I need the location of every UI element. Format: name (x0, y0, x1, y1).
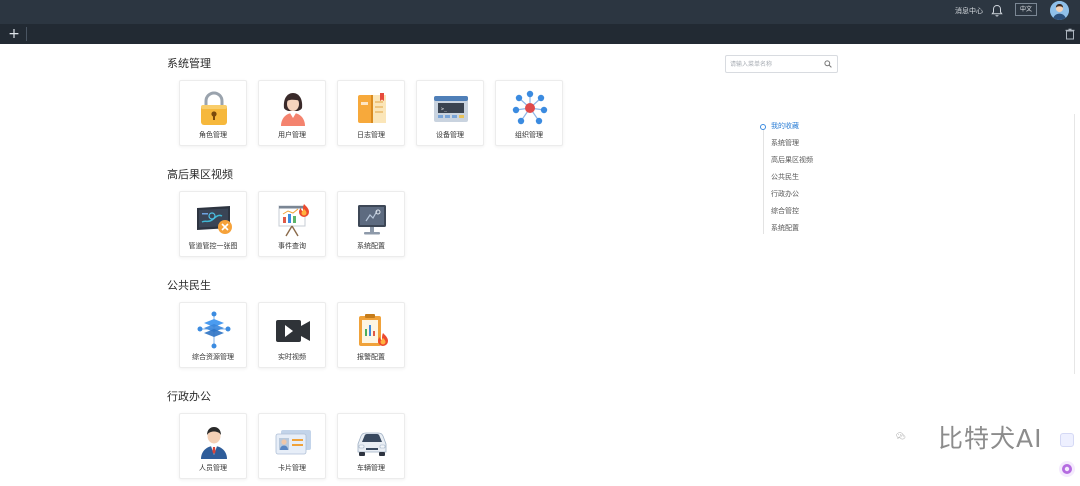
svg-text:>_: >_ (441, 107, 448, 113)
language-switch[interactable]: 中文 (1015, 3, 1037, 16)
search-input[interactable] (730, 57, 818, 71)
card-label: 车辆管理 (357, 464, 385, 472)
anchor-nav-line (763, 128, 764, 234)
card-live-video[interactable]: 实时视频 (258, 302, 326, 368)
assistant-icon[interactable] (1059, 461, 1075, 477)
person-suit-icon (201, 427, 227, 459)
video-camera-icon (276, 320, 310, 342)
card-label: 组织管理 (515, 131, 543, 139)
card-card-management[interactable]: 卡片管理 (258, 413, 326, 479)
search-icon[interactable] (824, 60, 832, 68)
card-label: 卡片管理 (278, 464, 306, 472)
card-label: 设备管理 (436, 131, 464, 139)
section-title-hca-video: 高后果区视频 (167, 168, 233, 181)
card-label: 综合资源管理 (192, 353, 234, 361)
card-label: 日志管理 (357, 131, 385, 139)
bell-icon[interactable] (991, 4, 1003, 18)
user-woman-icon (281, 93, 305, 126)
card-label: 角色管理 (199, 131, 227, 139)
top-header-bar (0, 0, 1080, 24)
resource-layers-icon (197, 311, 231, 349)
notebook-icon (358, 93, 386, 123)
anchor-item-integrated-control[interactable]: 综合管控 (771, 207, 799, 216)
id-card-icon (275, 430, 311, 455)
card-event-query[interactable]: 事件查询 (258, 191, 326, 257)
card-label: 人员管理 (199, 464, 227, 472)
event-chart-icon (278, 204, 309, 237)
card-log-management[interactable]: 日志管理 (337, 80, 405, 146)
card-vehicle-management[interactable]: 车辆管理 (337, 413, 405, 479)
message-center-link[interactable]: 消息中心 (955, 5, 983, 17)
anchor-item-hca-video[interactable]: 高后果区视频 (771, 156, 813, 165)
padlock-icon (201, 91, 227, 125)
tab-divider (26, 27, 27, 41)
card-label: 管道管控一张图 (188, 242, 238, 250)
card-label: 用户管理 (278, 131, 306, 139)
tab-bar (0, 24, 1080, 44)
anchor-item-system-config[interactable]: 系统配置 (771, 224, 799, 233)
section-title-public-livelihood: 公共民生 (167, 279, 211, 292)
card-resource-management[interactable]: 综合资源管理 (179, 302, 247, 368)
monitor-config-icon (358, 205, 386, 235)
device-terminal-icon: >_ (434, 96, 468, 122)
card-label: 报警配置 (357, 353, 385, 361)
card-device-management[interactable]: >_ 设备管理 (416, 80, 484, 146)
card-role-management[interactable]: 角色管理 (179, 80, 247, 146)
card-label: 系统配置 (357, 242, 385, 250)
car-icon (357, 432, 387, 456)
anchor-item-admin-office[interactable]: 行政办公 (771, 190, 799, 199)
translate-icon[interactable] (1060, 433, 1074, 447)
card-alarm-config[interactable]: 报警配置 (337, 302, 405, 368)
card-label: 事件查询 (278, 242, 306, 250)
menu-search-box[interactable] (725, 55, 838, 73)
org-network-icon (512, 90, 548, 125)
card-system-config-hca[interactable]: 系统配置 (337, 191, 405, 257)
pipeline-map-icon (197, 206, 232, 234)
user-avatar[interactable] (1050, 1, 1069, 20)
trash-icon[interactable] (1065, 28, 1075, 40)
alarm-clipboard-icon (359, 314, 388, 346)
wechat-icon (896, 432, 906, 440)
anchor-item-public-livelihood[interactable]: 公共民生 (771, 173, 799, 182)
card-org-management[interactable]: 组织管理 (495, 80, 563, 146)
anchor-active-dot (760, 124, 766, 130)
anchor-item-favorites[interactable]: 我的收藏 (771, 122, 799, 131)
section-title-admin-office: 行政办公 (167, 390, 211, 403)
section-title-system: 系统管理 (167, 57, 211, 70)
anchor-item-system[interactable]: 系统管理 (771, 139, 799, 148)
card-user-management[interactable]: 用户管理 (258, 80, 326, 146)
add-tab-button[interactable]: + (3, 25, 25, 43)
watermark-text: 比特犬AI (938, 424, 1043, 453)
scrollbar-track[interactable] (1074, 114, 1075, 374)
card-pipeline-map[interactable]: 管道管控一张图 (179, 191, 247, 257)
card-personnel-management[interactable]: 人员管理 (179, 413, 247, 479)
card-label: 实时视频 (278, 353, 306, 361)
